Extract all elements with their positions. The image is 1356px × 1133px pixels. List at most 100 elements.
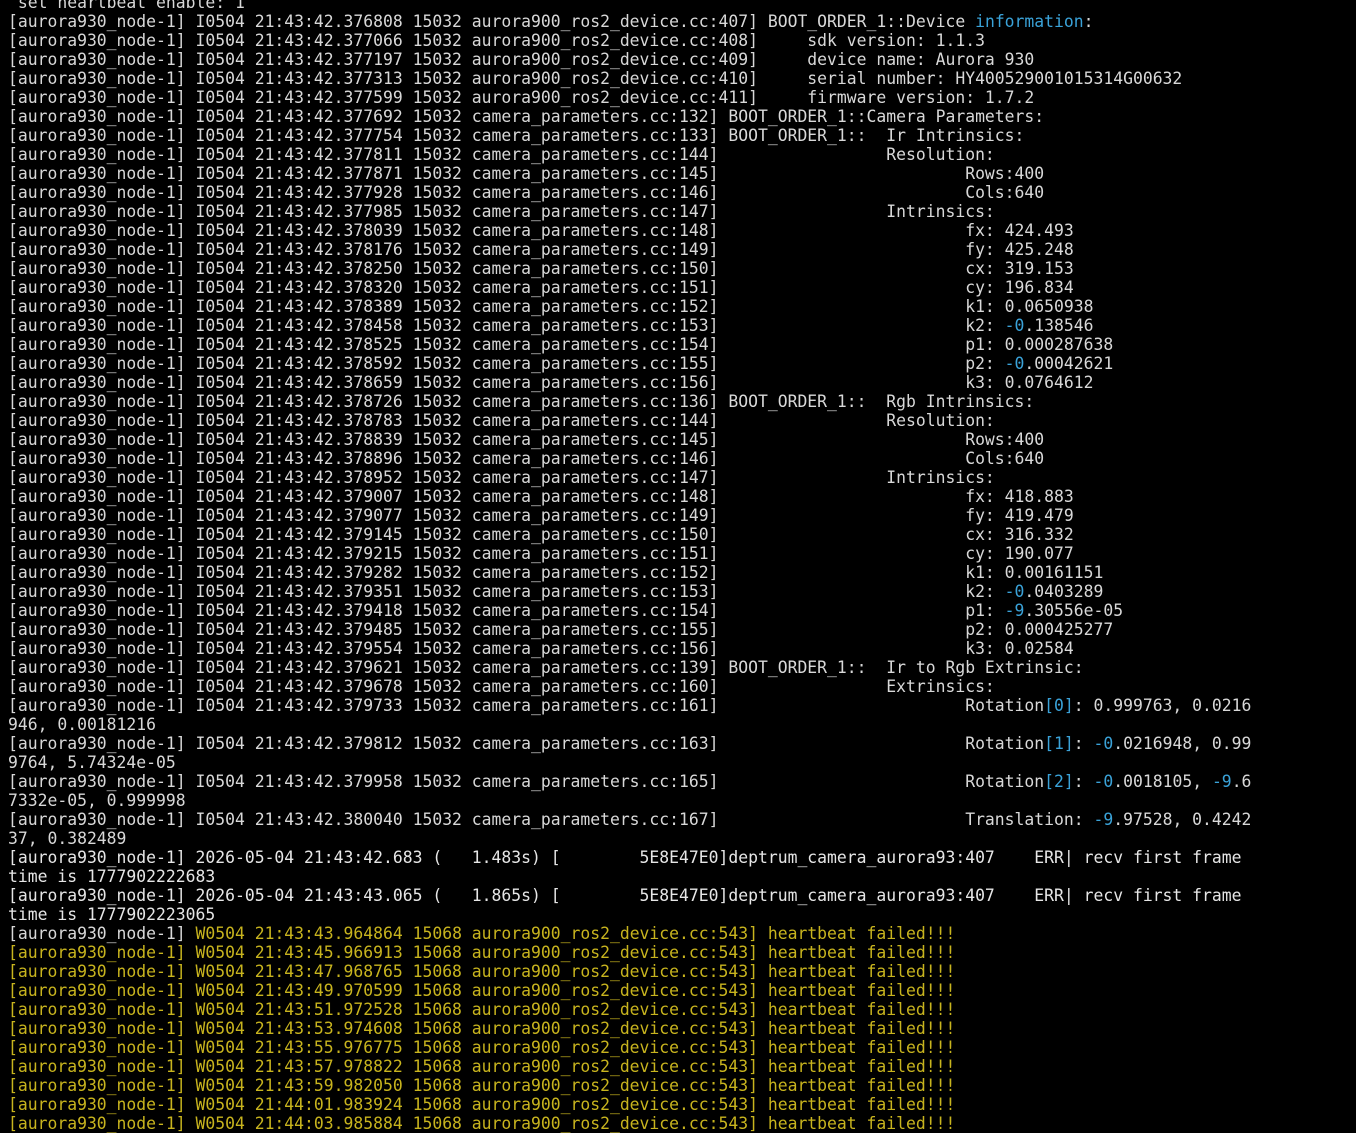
terminal-text-segment: [aurora930_node-1] I0504 21:43:42.377754… <box>8 126 1025 145</box>
terminal-text-segment: -0 <box>1004 316 1025 335</box>
terminal-text-segment: .30556e-05 <box>1024 601 1124 620</box>
terminal-text-segment: [aurora930_node-1] I0504 21:43:42.378726… <box>8 392 1035 411</box>
terminal-line: [aurora930_node-1] I0504 21:43:42.379351… <box>8 582 1356 601</box>
terminal-text-segment: 946, 0.00181216 <box>8 715 157 734</box>
terminal-line: [aurora930_node-1] I0504 21:43:42.378839… <box>8 430 1356 449</box>
terminal-line: [aurora930_node-1] I0504 21:43:42.379958… <box>8 772 1356 791</box>
terminal-line: [aurora930_node-1] W0504 21:43:51.972528… <box>8 1000 1356 1019</box>
terminal-line: [aurora930_node-1] I0504 21:43:42.378783… <box>8 411 1356 430</box>
terminal-text-segment: : <box>1073 734 1094 753</box>
terminal-line: [aurora930_node-1] I0504 21:43:42.378458… <box>8 316 1356 335</box>
terminal-text-segment: [aurora930_node-1] I0504 21:43:42.378525… <box>8 335 1114 354</box>
terminal-text-segment: [aurora930_node-1] I0504 21:43:42.378783… <box>8 411 995 430</box>
terminal-line: [aurora930_node-1] I0504 21:43:42.378320… <box>8 278 1356 297</box>
terminal-text-segment: [aurora930_node-1] I0504 21:43:42.378389… <box>8 297 1094 316</box>
terminal-line: [aurora930_node-1] I0504 21:43:42.379733… <box>8 696 1356 715</box>
terminal-line: [aurora930_node-1] I0504 21:43:42.377313… <box>8 69 1356 88</box>
terminal-line: [aurora930_node-1] I0504 21:43:42.379554… <box>8 639 1356 658</box>
terminal-line: [aurora930_node-1] I0504 21:43:42.379418… <box>8 601 1356 620</box>
terminal-text-segment: [aurora930_node-1] I0504 21:43:42.377599… <box>8 88 1035 107</box>
terminal-text-segment: -0 <box>1004 354 1025 373</box>
terminal-text-segment: [aurora930_node-1] W0504 21:44:03.985884… <box>8 1114 956 1133</box>
terminal-text-segment: .97528, 0.4242 <box>1113 810 1252 829</box>
terminal-line: [aurora930_node-1] I0504 21:43:42.379007… <box>8 487 1356 506</box>
terminal-text-segment: [aurora930_node-1] I0504 21:43:42.377811… <box>8 145 995 164</box>
terminal-line: [aurora930_node-1] W0504 21:43:49.970599… <box>8 981 1356 1000</box>
terminal-line: [aurora930_node-1] W0504 21:43:53.974608… <box>8 1019 1356 1038</box>
terminal-text-segment: [aurora930_node-1] I0504 21:43:42.376808… <box>8 12 976 31</box>
terminal-line: [aurora930_node-1] I0504 21:43:42.377871… <box>8 164 1356 183</box>
terminal-line: [aurora930_node-1] I0504 21:43:42.377811… <box>8 145 1356 164</box>
terminal-text-segment: -9 <box>1211 772 1232 791</box>
terminal-text-segment: [aurora930_node-1] I0504 21:43:42.378839… <box>8 430 1045 449</box>
terminal-text-segment: [aurora930_node-1] I0504 21:43:42.378250… <box>8 259 1074 278</box>
terminal-line: [aurora930_node-1] I0504 21:43:42.380040… <box>8 810 1356 829</box>
terminal-text-segment: : <box>1073 772 1094 791</box>
terminal-line: [aurora930_node-1] W0504 21:44:03.985884… <box>8 1114 1356 1133</box>
terminal-line: [aurora930_node-1] I0504 21:43:42.377599… <box>8 88 1356 107</box>
terminal-text-segment: [aurora930_node-1] W0504 21:43:55.976775… <box>8 1038 956 1057</box>
terminal-line: [aurora930_node-1] 2026-05-04 21:43:43.0… <box>8 886 1356 905</box>
terminal-line: [aurora930_node-1] I0504 21:43:42.379485… <box>8 620 1356 639</box>
terminal-line: [aurora930_node-1] I0504 21:43:42.378039… <box>8 221 1356 240</box>
terminal-line: [aurora930_node-1] W0504 21:43:47.968765… <box>8 962 1356 981</box>
terminal-text-segment: : <box>1083 12 1094 31</box>
terminal-line: [aurora930_node-1] I0504 21:43:42.379282… <box>8 563 1356 582</box>
terminal-text-segment: .00042621 <box>1024 354 1114 373</box>
terminal-text-segment: [aurora930_node-1] I0504 21:43:42.378659… <box>8 373 1094 392</box>
terminal-text-segment: [aurora930_node-1] I0504 21:43:42.377871… <box>8 164 1045 183</box>
terminal-text-segment: [aurora930_node-1] W0504 21:43:51.972528… <box>8 1000 956 1019</box>
terminal-line: 9764, 5.74324e-05 <box>8 753 1356 772</box>
terminal-text-segment: : 0.999763, 0.0216 <box>1073 696 1252 715</box>
terminal-text-segment: [aurora930_node-1] W0504 21:43:59.982050… <box>8 1076 956 1095</box>
terminal-text-segment: [aurora930_node-1] I0504 21:43:42.378320… <box>8 278 1074 297</box>
terminal-text-segment: [aurora930_node-1] W0504 21:43:57.978822… <box>8 1057 956 1076</box>
terminal-text-segment: [aurora930_node-1] I0504 21:43:42.378592… <box>8 354 1005 373</box>
terminal-text-segment: [aurora930_node-1] I0504 21:43:42.379282… <box>8 563 1104 582</box>
terminal-line: [aurora930_node-1] I0504 21:43:42.379621… <box>8 658 1356 677</box>
terminal-line: 7332e-05, 0.999998 <box>8 791 1356 810</box>
terminal-text-segment: [aurora930_node-1] I0504 21:43:42.379007… <box>8 487 1074 506</box>
terminal-text-segment: [aurora930_node-1] I0504 21:43:42.379077… <box>8 506 1074 525</box>
terminal-text-segment: [2] <box>1044 772 1074 791</box>
terminal-line: [aurora930_node-1] I0504 21:43:42.379077… <box>8 506 1356 525</box>
terminal-line: [aurora930_node-1] I0504 21:43:42.378896… <box>8 449 1356 468</box>
terminal-output[interactable]: set heartbeat enable: 1 [aurora930_node-1… <box>0 0 1356 1133</box>
terminal-text-segment: [aurora930_node-1] I0504 21:43:42.379145… <box>8 525 1074 544</box>
terminal-line: [aurora930_node-1] I0504 21:43:42.378250… <box>8 259 1356 278</box>
terminal-text-segment: [aurora930_node-1] <box>8 924 196 943</box>
terminal-line: [aurora930_node-1] I0504 21:43:42.378659… <box>8 373 1356 392</box>
terminal-text-segment: [aurora930_node-1] W0504 21:44:01.983924… <box>8 1095 956 1114</box>
terminal-text-segment: [0] <box>1044 696 1074 715</box>
terminal-text-segment: set heartbeat enable: 1 <box>8 0 245 12</box>
terminal-line: [aurora930_node-1] I0504 21:43:42.378952… <box>8 468 1356 487</box>
terminal-text-segment: [aurora930_node-1] I0504 21:43:42.379351… <box>8 582 1005 601</box>
terminal-line: [aurora930_node-1] I0504 21:43:42.379215… <box>8 544 1356 563</box>
terminal-text-segment: [aurora930_node-1] W0504 21:43:45.966913… <box>8 943 956 962</box>
terminal-text-segment: [aurora930_node-1] I0504 21:43:42.378458… <box>8 316 1005 335</box>
terminal-text-segment: 7332e-05, 0.999998 <box>8 791 186 810</box>
terminal-line: [aurora930_node-1] 2026-05-04 21:43:42.6… <box>8 848 1356 867</box>
terminal-line: [aurora930_node-1] I0504 21:43:42.377066… <box>8 31 1356 50</box>
terminal-text-segment: -0 <box>1093 734 1114 753</box>
terminal-text-segment: [aurora930_node-1] I0504 21:43:42.377928… <box>8 183 1045 202</box>
terminal-text-segment: [aurora930_node-1] I0504 21:43:42.379678… <box>8 677 995 696</box>
terminal-line: [aurora930_node-1] I0504 21:43:42.377928… <box>8 183 1356 202</box>
terminal-text-segment: [aurora930_node-1] I0504 21:43:42.378176… <box>8 240 1074 259</box>
terminal-text-segment: [aurora930_node-1] I0504 21:43:42.377313… <box>8 69 1183 88</box>
terminal-line: [aurora930_node-1] I0504 21:43:42.379145… <box>8 525 1356 544</box>
terminal-text-segment: [aurora930_node-1] I0504 21:43:42.379485… <box>8 620 1114 639</box>
terminal-text-segment: .138546 <box>1024 316 1094 335</box>
terminal-line: [aurora930_node-1] I0504 21:43:42.378592… <box>8 354 1356 373</box>
terminal-text-segment: .0216948, 0.99 <box>1113 734 1252 753</box>
terminal-line: [aurora930_node-1] I0504 21:43:42.377754… <box>8 126 1356 145</box>
terminal-text-segment: 37, 0.382489 <box>8 829 127 848</box>
terminal-text-segment: [aurora930_node-1] W0504 21:43:49.970599… <box>8 981 956 1000</box>
terminal-text-segment: [aurora930_node-1] I0504 21:43:42.378039… <box>8 221 1074 240</box>
terminal-text-segment: [aurora930_node-1] I0504 21:43:42.379554… <box>8 639 1074 658</box>
terminal-text-segment: [1] <box>1044 734 1074 753</box>
terminal-text-segment: [aurora930_node-1] I0504 21:43:42.380040… <box>8 810 1094 829</box>
terminal-line: time is 1777902223065 <box>8 905 1356 924</box>
terminal-text-segment: [aurora930_node-1] I0504 21:43:42.379812… <box>8 734 1045 753</box>
terminal-text-segment: .0403289 <box>1024 582 1104 601</box>
